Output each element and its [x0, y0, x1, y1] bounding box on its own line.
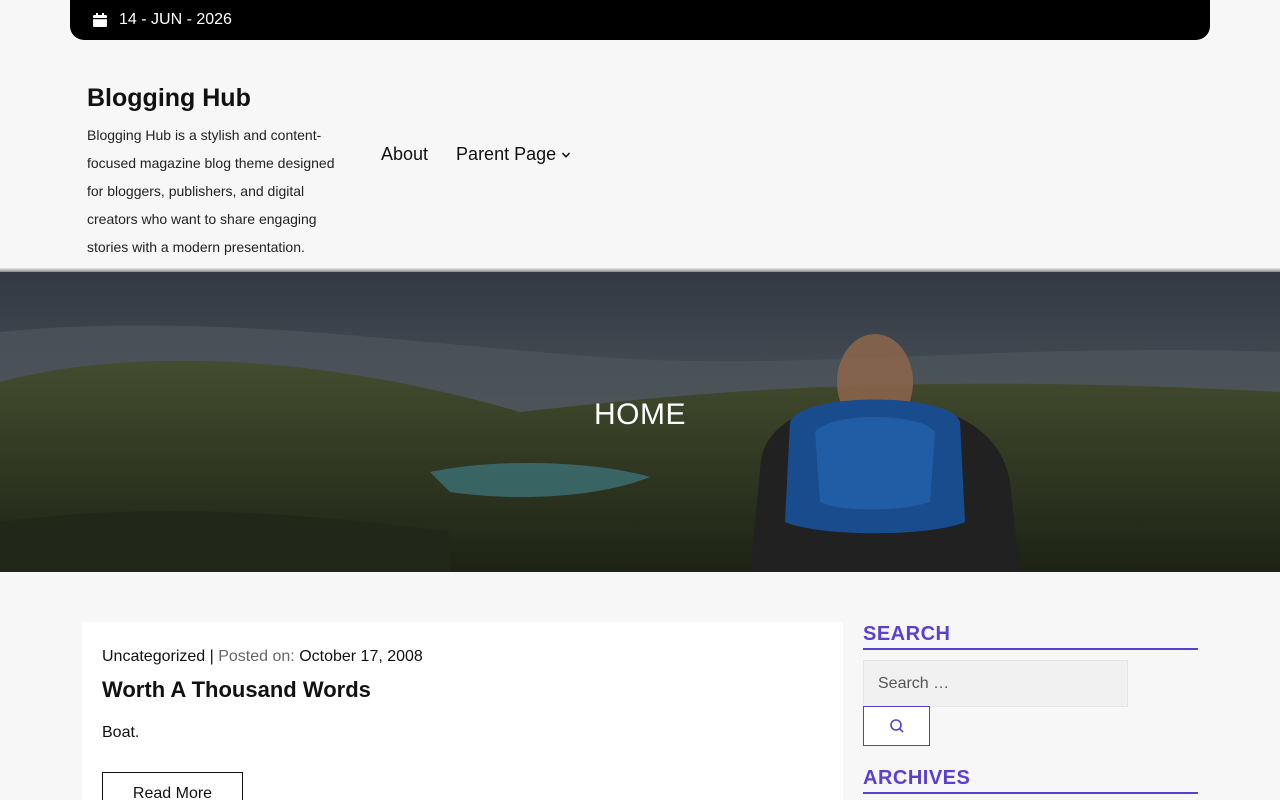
search-input[interactable] [863, 660, 1128, 707]
post-title[interactable]: Worth A Thousand Words [102, 677, 371, 703]
search-icon [889, 718, 905, 734]
main-navigation: About Parent Page [381, 144, 599, 165]
nav-item-label: About [381, 144, 429, 164]
meta-separator: | [209, 648, 214, 665]
post-date-link[interactable]: October 17, 2008 [299, 648, 423, 665]
site-description: Blogging Hub is a stylish and content-fo… [87, 127, 335, 255]
archives-widget-title: ARCHIVES [863, 767, 1198, 794]
chevron-down-icon [561, 150, 571, 160]
hero-banner: HOME [0, 272, 1280, 572]
posted-on-label: Posted on: [218, 648, 295, 665]
page-title: HOME [594, 398, 686, 431]
site-title[interactable]: Blogging Hub [87, 84, 352, 112]
read-more-button[interactable]: Read More [102, 772, 243, 800]
calendar-icon [92, 12, 108, 28]
top-bar: 14 - JUN - 2026 [70, 0, 1210, 40]
nav-item-about[interactable]: About [381, 144, 428, 165]
nav-item-parent-page[interactable]: Parent Page [456, 144, 571, 165]
current-date: 14 - JUN - 2026 [119, 11, 232, 28]
search-button[interactable] [863, 706, 930, 746]
search-widget-title: SEARCH [863, 623, 1198, 650]
site-branding: Blogging Hub Blogging Hub is a stylish a… [87, 84, 352, 261]
post-card: Uncategorized | Posted on: October 17, 2… [82, 622, 843, 800]
nav-item-label: Parent Page [456, 144, 557, 164]
post-meta: Uncategorized | Posted on: October 17, 2… [102, 648, 423, 666]
post-category-link[interactable]: Uncategorized [102, 648, 205, 665]
post-excerpt: Boat. [102, 724, 140, 741]
